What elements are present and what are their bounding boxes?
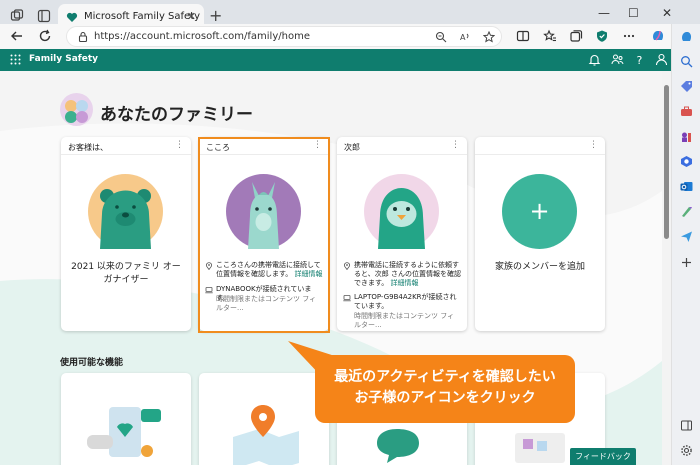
app-name[interactable]: Family Safety [29, 54, 98, 64]
card-divider [337, 154, 467, 155]
favorites-icon[interactable] [543, 29, 557, 43]
location-info: 携帯電話に接続するように依頼すると、次郎 さんの位置情報を確認できます。 詳細情… [343, 261, 461, 288]
new-tab-button[interactable]: + [209, 6, 222, 25]
collections-icon[interactable] [569, 29, 583, 43]
card-more-button[interactable]: ⋮ [175, 140, 184, 150]
tab-title: Microsoft Family Safety [84, 11, 201, 22]
add-member-card[interactable]: ⋮ + 家族のメンバーを追加 [475, 137, 605, 331]
features-section-title: 使用可能な機能 [60, 358, 124, 368]
add-member-circle-icon[interactable]: + [502, 174, 577, 249]
favorite-star-icon[interactable] [483, 31, 495, 43]
address-bar[interactable]: https://account.microsoft.com/family/hom… [66, 26, 502, 47]
card-header: お客様は、 [68, 143, 108, 152]
designer-icon[interactable] [680, 205, 693, 218]
device-text: LAPTOP-G9B4A2KRが接続されています。 [354, 293, 457, 310]
plus-icon: + [529, 197, 549, 225]
sidebar-settings-gear-icon[interactable] [680, 444, 693, 457]
location-pin-icon [344, 262, 350, 270]
bear-avatar-icon[interactable] [88, 174, 163, 249]
hide-sidebar-icon[interactable] [680, 419, 693, 432]
card-divider [475, 154, 605, 155]
card-more-button[interactable]: ⋮ [589, 140, 598, 150]
card-more-button[interactable]: ⋮ [451, 140, 460, 150]
feature-card-screen-time[interactable] [61, 373, 191, 465]
lock-icon[interactable] [77, 31, 89, 43]
laptop-device-icon [343, 295, 351, 302]
tab-actions-icon[interactable] [37, 9, 51, 23]
scrollbar-thumb[interactable] [664, 85, 669, 239]
family-group-avatar-icon [60, 93, 93, 126]
feedback-button[interactable]: フィードバック [570, 448, 636, 465]
url-text[interactable]: https://account.microsoft.com/family/hom… [94, 31, 310, 42]
page-scrollbar[interactable] [662, 71, 671, 465]
callout-line-2: お子様のアイコンをクリック [354, 390, 536, 406]
more-options-icon[interactable] [622, 29, 636, 43]
copilot-sidebar-icon[interactable] [680, 30, 693, 43]
add-sidebar-app-icon[interactable] [680, 256, 693, 269]
zoom-icon[interactable] [435, 31, 447, 43]
device-subtext: 時間制限またはコンテンツ フィルター... [354, 312, 455, 329]
split-screen-icon[interactable] [516, 29, 530, 43]
help-icon[interactable]: ? [633, 53, 646, 66]
callout-line-1: 最近のアクティビティを確認したい [334, 369, 556, 385]
outlook-icon[interactable] [680, 180, 693, 193]
highlight-frame [198, 137, 330, 333]
svg-text:?: ? [637, 54, 643, 66]
svg-text:A: A [460, 33, 466, 42]
minimize-button[interactable]: — [598, 6, 610, 20]
member-card-jiro[interactable]: 次郎 ⋮ 携帯電話に接続するように依頼すると、次郎 さんの位置情報を確認できます… [337, 137, 467, 331]
search-icon[interactable] [680, 55, 693, 68]
instruction-callout: 最近のアクティビティを確認したい お子様のアイコンをクリック [315, 355, 575, 423]
penguin-avatar-icon[interactable] [364, 174, 439, 249]
app-launcher-icon[interactable] [10, 54, 21, 65]
workspaces-icon[interactable] [10, 9, 24, 23]
shopping-tag-icon[interactable] [680, 80, 693, 93]
card-header: 次郎 [344, 143, 360, 152]
tab-close-button[interactable]: ✕ [187, 10, 196, 23]
refresh-icon[interactable] [38, 29, 52, 43]
card-divider [61, 154, 191, 155]
screen-time-illustration-icon [87, 407, 161, 457]
tools-briefcase-icon[interactable] [680, 105, 693, 118]
games-icon[interactable] [680, 130, 693, 143]
browser-essentials-icon[interactable] [595, 29, 609, 43]
member-card-organizer[interactable]: お客様は、 ⋮ 2021 以来のファミリ オーガナイザー [61, 137, 191, 331]
family-safety-favicon-icon [66, 12, 78, 22]
send-telegram-icon[interactable] [680, 230, 693, 243]
device-info: LAPTOP-G9B4A2KRが接続されています。 [343, 293, 461, 311]
member-name: 2021 以来のファミリ オーガナイザー [71, 262, 181, 285]
family-members-icon[interactable] [611, 53, 624, 66]
notifications-bell-icon[interactable] [588, 53, 601, 66]
family-safety-header: Family Safety ? [0, 49, 671, 71]
maximize-button[interactable]: ☐ [628, 6, 639, 20]
add-member-label[interactable]: 家族のメンバーを追加 [475, 261, 605, 274]
copilot-icon[interactable] [651, 29, 665, 43]
edge-sidebar [671, 24, 700, 465]
read-aloud-icon[interactable]: A [459, 31, 471, 43]
microsoft-365-icon[interactable] [680, 155, 693, 168]
browser-toolbar: https://account.microsoft.com/family/hom… [0, 24, 700, 49]
page-title: あなたのファミリー [100, 105, 253, 125]
back-icon[interactable] [10, 29, 24, 43]
map-location-illustration-icon [233, 405, 299, 465]
learn-more-link[interactable]: 詳細情報 [391, 279, 419, 287]
feature-card-location[interactable] [199, 373, 329, 465]
window-close-button[interactable]: ✕ [662, 6, 672, 20]
account-icon[interactable] [655, 53, 668, 66]
